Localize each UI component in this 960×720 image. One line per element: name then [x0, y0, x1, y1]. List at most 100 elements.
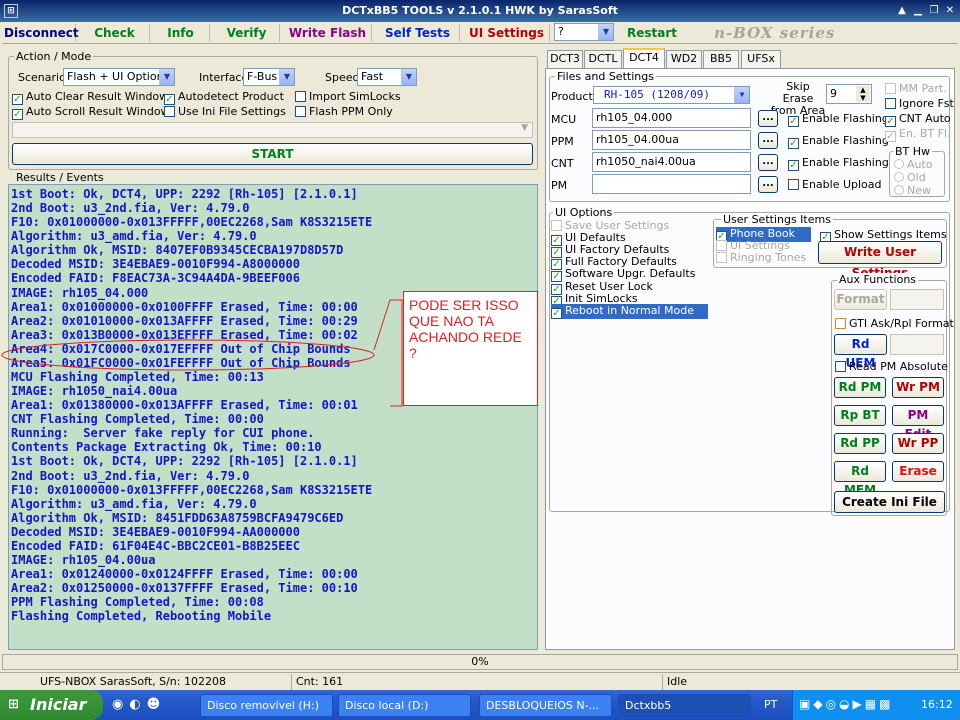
uem-field[interactable] [890, 334, 944, 355]
pm-file-field[interactable] [592, 174, 751, 194]
create-ini-file-button[interactable]: Create Ini File [834, 491, 945, 513]
checkmark-icon: ✓ [885, 116, 896, 127]
bt-old-radio[interactable]: Old [894, 172, 926, 184]
erase-button[interactable]: Erase [892, 461, 944, 482]
files-settings-legend: Files and Settings [555, 70, 656, 83]
mcu-enable-flashing-checkbox[interactable]: ✓ Enable Flashing [788, 112, 889, 127]
start-button[interactable]: ⊞ Iniciar [0, 690, 103, 720]
tab-dctl[interactable]: DCTL [584, 50, 622, 68]
ui-options-legend: UI Options [553, 206, 615, 219]
cnt-browse-button[interactable]: ... [758, 154, 778, 171]
highlight-ellipse [1, 339, 375, 371]
rd-uem-button[interactable]: Rd UEM [834, 334, 887, 370]
checkmark-icon: ✓ [551, 308, 562, 319]
user-settings-legend: User Settings Items [721, 213, 833, 226]
en-bt-fl-checkbox[interactable]: ✓ En. BT Fl. [885, 127, 951, 142]
task-removable-disk[interactable]: Disco removível (H:) [200, 694, 333, 717]
checkmark-icon: ✓ [788, 160, 799, 171]
tab-dct4[interactable]: DCT4 [623, 48, 665, 69]
bt-new-label: New [907, 184, 931, 197]
format-button[interactable]: Format [834, 289, 887, 310]
mm-part-label: MM Part. [899, 82, 947, 95]
aux-functions-legend: Aux Functions [837, 273, 919, 286]
language-indicator[interactable]: PT [764, 698, 777, 711]
ppm-browse-button[interactable]: ... [758, 132, 778, 149]
enable-upload-label: Enable Upload [802, 178, 882, 191]
ringing-tones-label: Ringing Tones [730, 251, 807, 264]
bt-auto-label: Auto [907, 158, 933, 171]
pm-edit-button[interactable]: PM Edit [892, 405, 944, 441]
status-device: UFS-NBOX SarasSoft, S/n: 102208 [40, 675, 226, 688]
read-pm-absolute-checkbox[interactable]: Read PM Absolute [835, 360, 948, 373]
en-bt-fl-label: En. BT Fl. [899, 127, 951, 140]
mcu-browse-button[interactable]: ... [758, 110, 778, 127]
wr-pp-button[interactable]: Wr PP [892, 433, 944, 454]
format-field[interactable] [890, 289, 944, 310]
cnt-label: CNT [551, 157, 574, 170]
rd-pp-button[interactable]: Rd PP [834, 433, 886, 454]
task-desbloqueios[interactable]: DESBLOQUEIOS N-... [479, 694, 612, 717]
cnt-auto-checkbox[interactable]: ✓ CNT Auto [885, 112, 951, 127]
bt-hw-legend: BT Hw [893, 145, 933, 158]
write-user-settings-button[interactable]: Write User Settings [818, 241, 942, 280]
ringing-tones-checkbox[interactable]: Ringing Tones [716, 251, 806, 264]
mm-part-checkbox[interactable]: MM Part. [885, 82, 947, 95]
checkmark-icon: ✓ [788, 116, 799, 127]
mcu-file-field[interactable]: rh105_04.000 [592, 108, 751, 128]
progress-value: 0% [471, 655, 489, 668]
ppm-file-field[interactable]: rh105_04.00ua [592, 130, 751, 150]
rd-mem-button[interactable]: Rd MEM [834, 461, 886, 497]
task-local-disk[interactable]: Disco local (D:) [338, 694, 471, 717]
rd-pm-button[interactable]: Rd PM [834, 377, 886, 398]
ignore-fst-label: Ignore Fst [899, 97, 954, 110]
tab-wd2[interactable]: WD2 [666, 50, 702, 68]
pm-browse-button[interactable]: ... [758, 176, 778, 193]
quick-launch-icons[interactable]: ◉◐☻ [112, 697, 166, 712]
read-pm-absolute-label: Read PM Absolute [849, 360, 948, 373]
status-bar: UFS-NBOX SarasSoft, S/n: 102208 Cnt: 161… [0, 672, 960, 690]
checkmark-icon: ✓ [788, 138, 799, 149]
pm-label: PM [551, 179, 568, 192]
clock: 16:12 [921, 698, 953, 711]
wr-pm-button[interactable]: Wr PM [892, 377, 944, 398]
reboot-normal-mode-checkbox[interactable]: ✓ Reboot in Normal Mode [551, 304, 708, 319]
progress-bar: 0% [2, 654, 958, 670]
pm-enable-upload-checkbox[interactable]: Enable Upload [788, 178, 882, 191]
enable-flashing-label: Enable Flashing [802, 112, 889, 125]
checkmark-icon: ✓ [885, 131, 896, 142]
enable-flashing-label: Enable Flashing [802, 134, 889, 147]
ppm-label: PPM [551, 135, 574, 148]
taskbar: ⊞ Iniciar ◉◐☻ Disco removível (H:) Disco … [0, 690, 960, 720]
chevron-down-icon: ▼ [734, 87, 749, 103]
system-tray: ▣◆◎◒▶▦▩ 16:12 [792, 690, 960, 720]
task-dctxbb5[interactable]: Dctxbb5 [618, 694, 751, 717]
bt-new-radio[interactable]: New [894, 185, 931, 197]
start-label: Iniciar [30, 695, 87, 714]
status-count: Cnt: 161 [291, 674, 561, 690]
gti-ask-checkbox[interactable]: GTI Ask/Rpl Format [835, 317, 954, 330]
cnt-enable-flashing-checkbox[interactable]: ✓ Enable Flashing [788, 156, 889, 171]
product-value: RH-105 (1208/09) [604, 88, 710, 101]
bt-auto-radio[interactable]: Auto [894, 159, 933, 171]
tab-bb5[interactable]: BB5 [703, 50, 739, 68]
cnt-file-field[interactable]: rh1050_nai4.00ua [592, 152, 751, 172]
callout-pointer [373, 299, 403, 407]
bt-old-label: Old [907, 171, 926, 184]
windows-logo-icon: ⊞ [8, 697, 19, 712]
ignore-fst-checkbox[interactable]: Ignore Fst [885, 97, 954, 110]
mcu-label: MCU [551, 113, 577, 126]
tab-dct3[interactable]: DCT3 [547, 50, 583, 68]
tab-ufsx[interactable]: UFSx [741, 50, 781, 68]
annotation-callout: PODE SER ISSO QUE NAO TA ACHANDO REDE ? [403, 291, 538, 406]
rp-bt-button[interactable]: Rp BT [834, 405, 886, 426]
spinner-arrows-icon[interactable]: ▲ ▼ [856, 86, 870, 102]
gti-ask-label: GTI Ask/Rpl Format [849, 317, 954, 330]
skip-erase-spinner[interactable]: 9 ▲ ▼ [826, 84, 872, 104]
reboot-normal-mode-label: Reboot in Normal Mode [565, 304, 694, 317]
ppm-enable-flashing-checkbox[interactable]: ✓ Enable Flashing [788, 134, 889, 149]
product-label: Product [551, 90, 593, 103]
cnt-auto-label: CNT Auto [899, 112, 951, 125]
tray-icons[interactable]: ▣◆◎◒▶▦▩ [799, 697, 893, 711]
show-settings-items-label: Show Settings Items [834, 228, 947, 241]
product-select[interactable]: RH-105 (1208/09) ▼ [593, 86, 750, 104]
